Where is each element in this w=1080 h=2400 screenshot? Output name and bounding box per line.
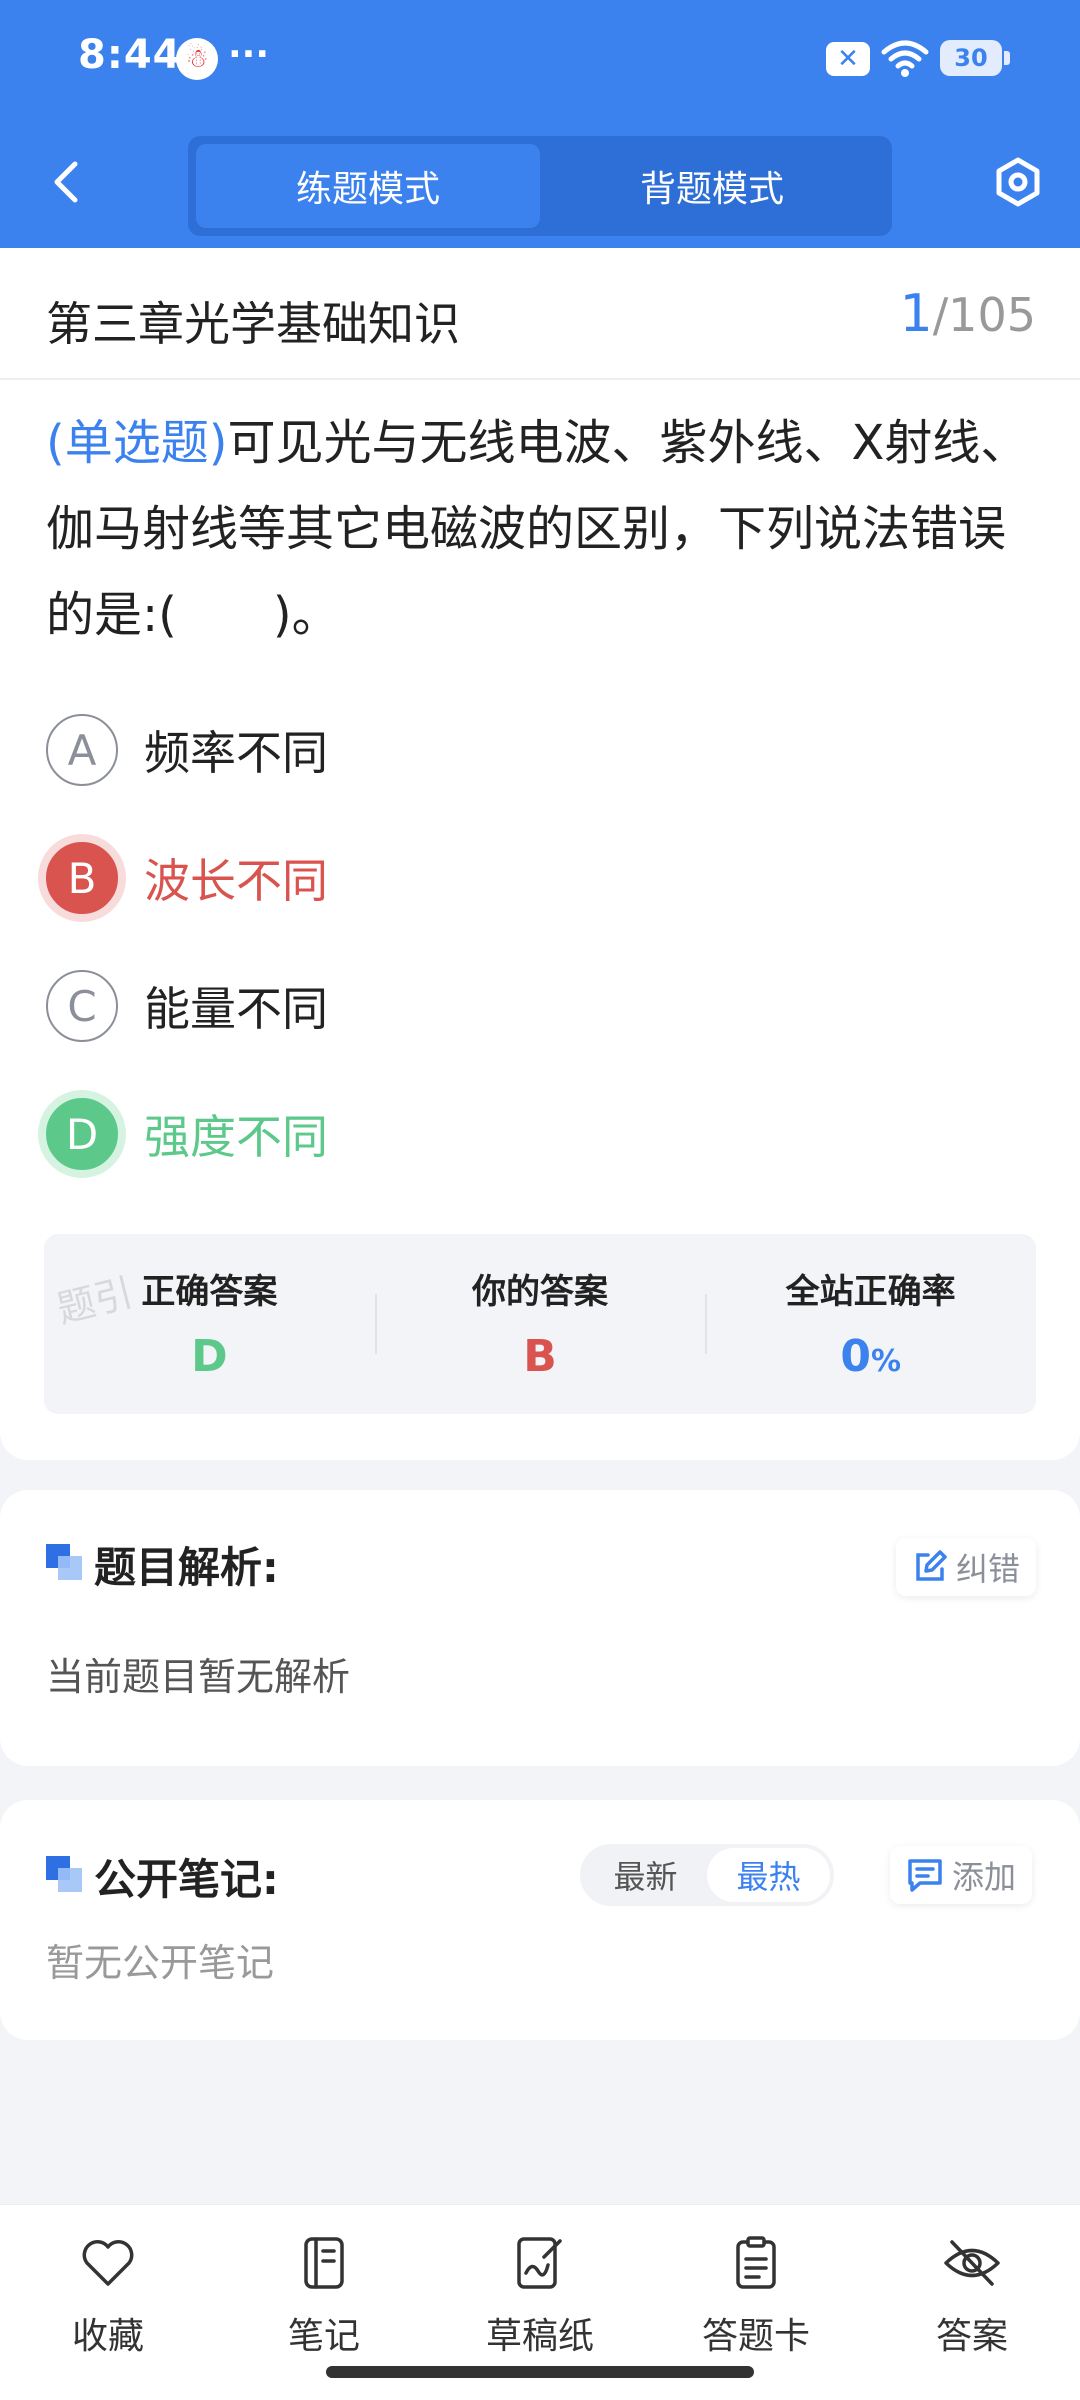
draft-paper-label: 草稿纸	[485, 2316, 594, 2357]
option-c[interactable]: C 能量不同	[46, 961, 746, 1051]
notes-sort-toggle: 最新 最热	[580, 1844, 834, 1906]
notes-section: 公开笔记: 最新 最热 添加 暂无公开笔记	[0, 1800, 1080, 2040]
correct-answer-value: D	[191, 1331, 228, 1382]
accuracy-number: 0	[840, 1331, 871, 1382]
section-squares-icon	[46, 1856, 82, 1892]
report-error-label: 纠错	[956, 1550, 1021, 1588]
my-answer-value: B	[523, 1331, 557, 1382]
analysis-section: 题目解析: 纠错 当前题目暂无解析	[0, 1490, 1080, 1766]
option-c-letter: C	[46, 970, 118, 1042]
back-button[interactable]	[36, 152, 96, 212]
notebook-icon	[304, 2237, 344, 2289]
notes-empty-text: 暂无公开笔记	[46, 1941, 275, 1985]
add-note-label: 添加	[952, 1858, 1017, 1896]
status-more: ···	[228, 34, 270, 75]
no-sim-icon: ✕	[826, 42, 870, 76]
chevron-left-icon	[54, 161, 78, 203]
battery-icon: 30	[940, 40, 1010, 76]
option-d[interactable]: D 强度不同	[46, 1089, 746, 1179]
total-questions: /105	[932, 288, 1036, 342]
option-b[interactable]: B 波长不同	[46, 833, 746, 923]
sort-latest[interactable]: 最新	[584, 1848, 707, 1902]
option-d-letter: D	[46, 1098, 118, 1170]
option-b-letter: B	[46, 842, 118, 914]
correct-answer-block: 正确答案 D	[44, 1234, 375, 1414]
answer-card-button[interactable]: 答题卡	[676, 2233, 836, 2359]
notes-button[interactable]: 笔记	[244, 2233, 404, 2359]
notes-title: 公开笔记:	[94, 1855, 279, 1904]
mode-switch: 练题模式 背题模式	[188, 136, 892, 236]
tab-memorize-mode[interactable]: 背题模式	[540, 144, 884, 228]
show-answer-label: 答案	[935, 2316, 1008, 2357]
status-time: 8:44	[78, 32, 182, 78]
settings-button[interactable]	[988, 152, 1048, 212]
question-type: (单选题)	[46, 415, 228, 471]
option-b-text: 波长不同	[144, 854, 328, 908]
notification-app-icon: ☃	[176, 38, 218, 80]
draft-icon	[517, 2237, 562, 2289]
option-d-text: 强度不同	[144, 1110, 328, 1164]
option-a[interactable]: A 频率不同	[46, 705, 746, 795]
app-screen: 8:44 ☃ ··· ✕ 30 练题模式 背题模式 第三章光学基础知识 1/10…	[0, 0, 1080, 2400]
nav-bar: 练题模式 背题模式	[0, 120, 1080, 248]
chat-add-icon	[908, 1859, 942, 1892]
analysis-text: 当前题目暂无解析	[46, 1655, 351, 1699]
favorite-label: 收藏	[71, 2316, 144, 2357]
eye-off-icon	[944, 2240, 1000, 2286]
draft-paper-button[interactable]: 草稿纸	[460, 2233, 620, 2359]
edit-icon	[916, 1550, 947, 1581]
chapter-title: 第三章光学基础知识	[46, 297, 460, 351]
accuracy-value: 0%	[705, 1331, 1036, 1382]
heart-icon	[82, 2240, 134, 2286]
favorite-button[interactable]: 收藏	[28, 2233, 188, 2359]
analysis-title: 题目解析:	[94, 1543, 279, 1592]
wifi-icon	[880, 38, 930, 78]
sort-hottest[interactable]: 最热	[707, 1848, 830, 1902]
option-a-text: 频率不同	[144, 726, 328, 780]
report-error-button[interactable]: 纠错	[896, 1538, 1037, 1596]
clipboard-icon	[736, 2236, 776, 2289]
notes-label: 笔记	[287, 2316, 360, 2357]
my-answer-label: 你的答案	[472, 1272, 608, 1312]
home-indicator[interactable]	[326, 2366, 754, 2378]
current-question-number: 1	[899, 284, 933, 344]
section-squares-icon	[46, 1544, 82, 1580]
hexagon-settings-icon	[996, 157, 1040, 207]
tab-practice-mode[interactable]: 练题模式	[196, 144, 540, 228]
chapter-header: 第三章光学基础知识 1/105	[0, 248, 1080, 380]
add-note-button[interactable]: 添加	[890, 1846, 1033, 1904]
question-progress: 1/105	[900, 284, 1036, 344]
option-a-letter: A	[46, 714, 118, 786]
option-c-text: 能量不同	[144, 982, 328, 1036]
question-card: 第三章光学基础知识 1/105 (单选题)可见光与无线电波、紫外线、X射线、伽马…	[0, 248, 1080, 1460]
accuracy-unit: %	[870, 1344, 902, 1379]
answer-summary: 题引 正确答案 D 你的答案 B 全站正确率 0%	[44, 1234, 1036, 1414]
question-text: (单选题)可见光与无线电波、紫外线、X射线、伽马射线等其它电磁波的区别，下列说法…	[46, 400, 1038, 658]
answer-card-label: 答题卡	[701, 2316, 810, 2357]
show-answer-button[interactable]: 答案	[892, 2233, 1052, 2359]
correct-answer-label: 正确答案	[141, 1272, 278, 1312]
my-answer-block: 你的答案 B	[374, 1234, 706, 1414]
accuracy-block: 全站正确率 0%	[705, 1234, 1036, 1414]
status-bar: 8:44 ☃ ··· ✕ 30	[0, 0, 1080, 120]
accuracy-label: 全站正确率	[785, 1272, 956, 1312]
